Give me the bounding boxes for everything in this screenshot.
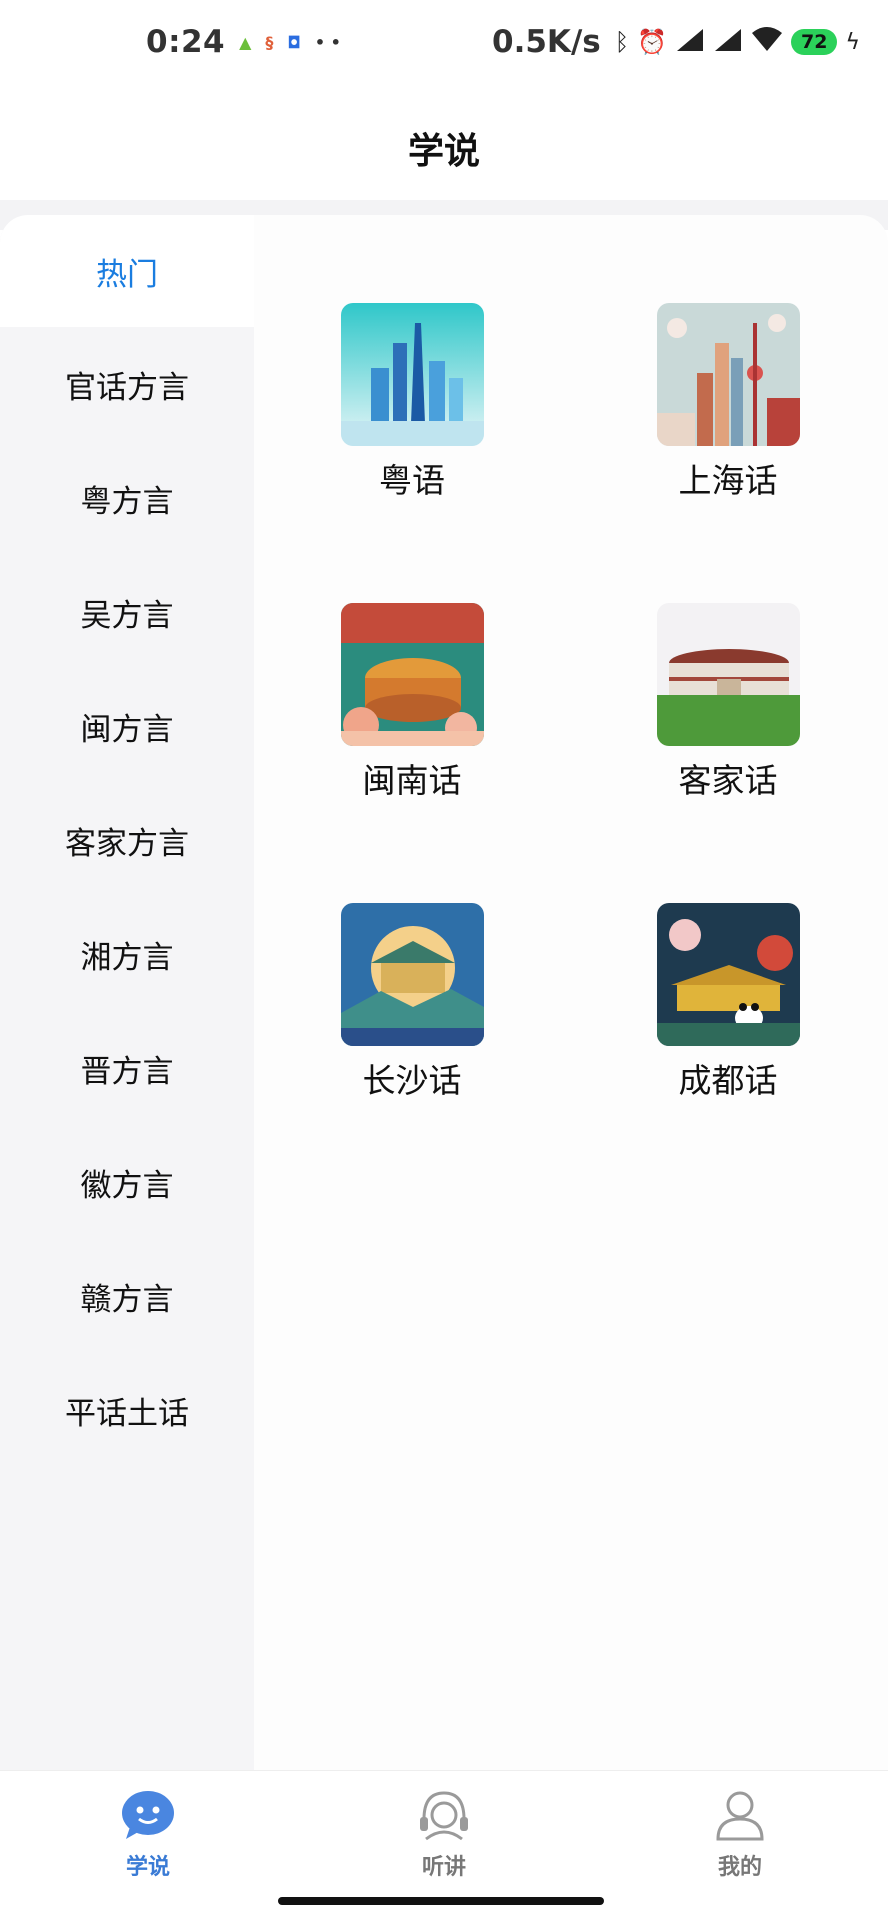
signal-icon: [675, 27, 705, 57]
sidebar-item-hot[interactable]: 热门: [0, 215, 254, 327]
tab-label: 我的: [717, 1855, 762, 1880]
dialect-label: 成都话: [678, 1061, 778, 1100]
sidebar-item-label: 晋方言: [80, 1053, 174, 1090]
dialect-card-changsha[interactable]: 长沙话: [312, 903, 512, 1102]
main-panel: 热门 官话方言 粤方言 吴方言 闽方言 客家方言 湘方言 晋方言 徽方言 赣方言…: [0, 215, 888, 1770]
changsha-pavilion-icon: [340, 903, 484, 1046]
dialect-grid: 粤语 上海话 闽南话 客家话 长沙话 成都话: [254, 215, 888, 1770]
sidebar-item-label: 粤方言: [80, 483, 174, 520]
dialect-card-hakka[interactable]: 客家话: [628, 603, 828, 802]
wifi-icon: [751, 27, 783, 57]
more-dots: • •: [314, 32, 341, 52]
dialect-card-shanghainese[interactable]: 上海话: [628, 303, 828, 502]
dialect-label: 粤语: [379, 461, 445, 500]
sidebar-item-pinghua[interactable]: 平话土话: [0, 1354, 254, 1466]
status-bar: 0:24 ▲ § ◘ • • 0.5K/s ᛒ ⏰ 72 ϟ: [0, 0, 888, 96]
headphones-icon: [420, 1791, 468, 1841]
dialect-label: 闽南话: [362, 761, 462, 800]
chat-face-icon: [122, 1791, 174, 1839]
chengdu-panda-icon: [656, 903, 800, 1046]
sidebar-item-min[interactable]: 闽方言: [0, 670, 254, 782]
sidebar-item-label: 吴方言: [80, 597, 174, 634]
dialect-label: 长沙话: [362, 1061, 462, 1100]
sidebar-item-yue[interactable]: 粤方言: [0, 442, 254, 554]
sidebar-item-label: 官话方言: [65, 369, 189, 406]
dialect-card-minnan[interactable]: 闽南话: [312, 603, 512, 802]
app-icon: §: [265, 32, 274, 52]
sidebar-item-label: 赣方言: [80, 1281, 174, 1318]
category-sidebar: 热门 官话方言 粤方言 吴方言 闽方言 客家方言 湘方言 晋方言 徽方言 赣方言…: [0, 215, 254, 1770]
bluetooth-icon: ᛒ: [614, 28, 630, 56]
dialect-card-chengdu[interactable]: 成都话: [628, 903, 828, 1102]
tulou-icon: [340, 603, 484, 746]
tab-label: 学说: [125, 1855, 170, 1880]
tab-label: 听讲: [421, 1855, 466, 1880]
tab-listen[interactable]: 听讲: [384, 1789, 504, 1881]
android-icon: ▲: [239, 32, 252, 52]
tab-learn-speak[interactable]: 学说: [88, 1789, 208, 1881]
sidebar-item-label: 平话土话: [65, 1395, 189, 1432]
sidebar-item-label: 闽方言: [80, 711, 174, 748]
sidebar-item-wu[interactable]: 吴方言: [0, 556, 254, 668]
alarm-icon: ⏰: [637, 28, 668, 56]
dialect-label: 上海话: [678, 461, 778, 500]
sidebar-item-label: 热门: [96, 256, 158, 293]
status-time: 0:24: [146, 24, 226, 60]
person-icon: [716, 1791, 764, 1841]
sidebar-item-label: 徽方言: [80, 1167, 174, 1204]
app-icon: ◘: [287, 32, 301, 52]
sidebar-item-mandarin[interactable]: 官话方言: [0, 328, 254, 440]
tab-mine[interactable]: 我的: [680, 1789, 800, 1881]
sidebar-item-hakka[interactable]: 客家方言: [0, 784, 254, 896]
signal-icon: [713, 27, 743, 57]
home-indicator[interactable]: [278, 1897, 604, 1905]
hakka-roundhouse-icon: [656, 603, 800, 746]
sidebar-item-label: 客家方言: [65, 825, 189, 862]
sidebar-item-xiang[interactable]: 湘方言: [0, 898, 254, 1010]
shanghai-skyline-icon: [656, 303, 800, 446]
dialect-card-cantonese[interactable]: 粤语: [312, 303, 512, 502]
page-title: 学说: [407, 131, 480, 172]
sidebar-item-gan[interactable]: 赣方言: [0, 1240, 254, 1352]
net-speed: 0.5K/s: [492, 24, 601, 60]
sidebar-item-hui[interactable]: 徽方言: [0, 1126, 254, 1238]
header: 学说: [0, 96, 888, 200]
dialect-label: 客家话: [678, 761, 778, 800]
charging-icon: ϟ: [845, 29, 860, 55]
sidebar-item-jin[interactable]: 晋方言: [0, 1012, 254, 1124]
battery-indicator: 72: [791, 29, 838, 55]
guangzhou-skyline-icon: [340, 303, 484, 446]
sidebar-item-label: 湘方言: [80, 939, 174, 976]
